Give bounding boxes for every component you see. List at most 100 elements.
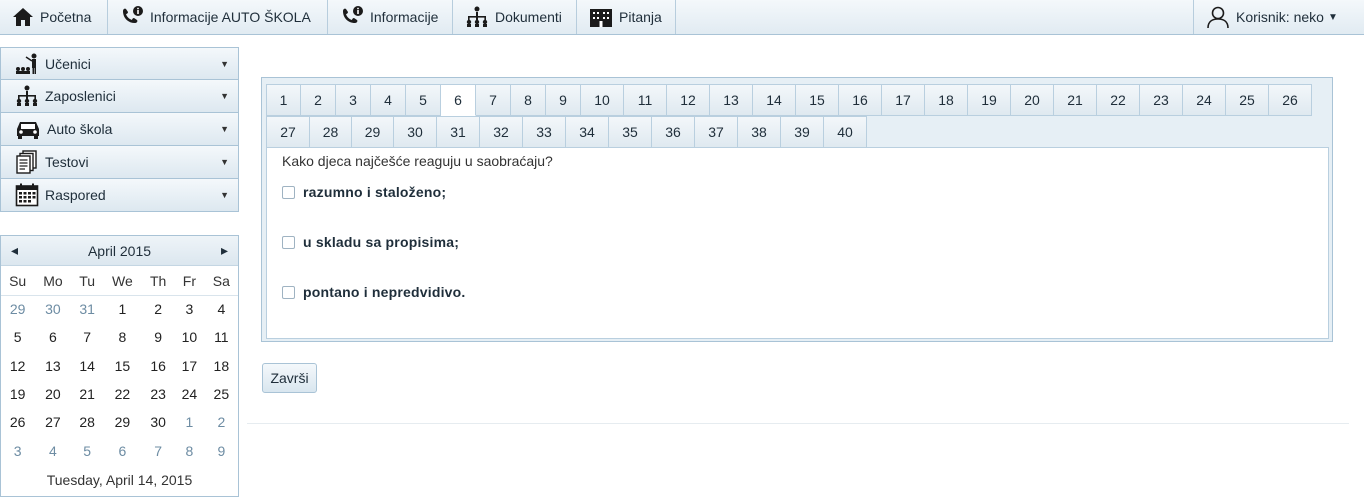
calendar-day[interactable]: 16 xyxy=(142,352,174,380)
calendar-day[interactable]: 28 xyxy=(72,408,103,436)
calendar-day[interactable]: 8 xyxy=(103,323,143,351)
calendar-day[interactable]: 3 xyxy=(174,295,205,323)
tab-question-40[interactable]: 40 xyxy=(824,116,867,148)
calendar-day[interactable]: 30 xyxy=(142,408,174,436)
calendar-day[interactable]: 4 xyxy=(34,436,71,464)
calendar-day[interactable]: 6 xyxy=(103,436,143,464)
tab-question-19[interactable]: 19 xyxy=(968,84,1011,116)
calendar-day[interactable]: 7 xyxy=(72,323,103,351)
calendar-day[interactable]: 7 xyxy=(142,436,174,464)
user-menu[interactable]: Korisnik: neko ▼ xyxy=(1193,0,1364,34)
tab-question-33[interactable]: 33 xyxy=(523,116,566,148)
calendar-day[interactable]: 14 xyxy=(72,352,103,380)
tab-question-37[interactable]: 37 xyxy=(695,116,738,148)
tab-question-29[interactable]: 29 xyxy=(352,116,394,148)
calendar-day[interactable]: 18 xyxy=(205,352,238,380)
tab-question-6[interactable]: 6 xyxy=(441,84,476,116)
tab-question-24[interactable]: 24 xyxy=(1183,84,1226,116)
calendar-day[interactable]: 22 xyxy=(103,380,143,408)
nav-questions[interactable]: Pitanja xyxy=(577,0,676,34)
sidebar-item-schedule[interactable]: Raspored ▼ xyxy=(0,179,239,212)
tab-question-11[interactable]: 11 xyxy=(624,84,667,116)
tab-question-30[interactable]: 30 xyxy=(394,116,437,148)
calendar-day[interactable]: 29 xyxy=(103,408,143,436)
calendar-day[interactable]: 2 xyxy=(205,408,238,436)
calendar-day[interactable]: 8 xyxy=(174,436,205,464)
calendar-day[interactable]: 9 xyxy=(205,436,238,464)
calendar-day[interactable]: 10 xyxy=(174,323,205,351)
nav-documents[interactable]: Dokumenti xyxy=(453,0,577,34)
tab-question-21[interactable]: 21 xyxy=(1054,84,1097,116)
tab-question-4[interactable]: 4 xyxy=(371,84,406,116)
calendar-day[interactable]: 17 xyxy=(174,352,205,380)
calendar-day[interactable]: 30 xyxy=(34,295,71,323)
tab-question-26[interactable]: 26 xyxy=(1269,84,1312,116)
calendar-day[interactable]: 27 xyxy=(34,408,71,436)
tab-question-38[interactable]: 38 xyxy=(738,116,781,148)
tab-question-5[interactable]: 5 xyxy=(406,84,441,116)
tab-question-35[interactable]: 35 xyxy=(609,116,652,148)
tab-question-2[interactable]: 2 xyxy=(301,84,336,116)
calendar-day[interactable]: 20 xyxy=(34,380,71,408)
calendar-day[interactable]: 11 xyxy=(205,323,238,351)
tab-question-39[interactable]: 39 xyxy=(781,116,824,148)
answer-checkbox[interactable] xyxy=(282,235,295,249)
tab-question-12[interactable]: 12 xyxy=(667,84,710,116)
calendar-day[interactable]: 4 xyxy=(205,295,238,323)
answer-option[interactable]: u skladu sa propisima; xyxy=(282,234,459,250)
calendar-day[interactable]: 12 xyxy=(1,352,34,380)
calendar-day[interactable]: 25 xyxy=(205,380,238,408)
calendar-day[interactable]: 5 xyxy=(72,436,103,464)
tab-question-1[interactable]: 1 xyxy=(266,84,301,116)
tab-question-9[interactable]: 9 xyxy=(546,84,581,116)
calendar-day[interactable]: 21 xyxy=(72,380,103,408)
sidebar-item-tests[interactable]: Testovi ▼ xyxy=(0,146,239,179)
tab-question-17[interactable]: 17 xyxy=(882,84,925,116)
tab-question-31[interactable]: 31 xyxy=(437,116,480,148)
tab-question-22[interactable]: 22 xyxy=(1097,84,1140,116)
nav-home[interactable]: Početna xyxy=(0,0,108,34)
calendar-day[interactable]: 19 xyxy=(1,380,34,408)
calendar-day[interactable]: 29 xyxy=(1,295,34,323)
answer-option[interactable]: razumno i staloženo; xyxy=(282,184,446,200)
tab-question-25[interactable]: 25 xyxy=(1226,84,1269,116)
sidebar-item-students[interactable]: Učenici ▼ xyxy=(0,47,239,80)
tab-question-14[interactable]: 14 xyxy=(753,84,796,116)
next-month-button[interactable]: ▸ xyxy=(221,242,228,259)
calendar-day[interactable]: 15 xyxy=(103,352,143,380)
tab-question-15[interactable]: 15 xyxy=(796,84,839,116)
tab-question-23[interactable]: 23 xyxy=(1140,84,1183,116)
tab-question-8[interactable]: 8 xyxy=(511,84,546,116)
tab-question-34[interactable]: 34 xyxy=(566,116,609,148)
tab-question-20[interactable]: 20 xyxy=(1011,84,1054,116)
calendar-day[interactable]: 24 xyxy=(174,380,205,408)
calendar-day[interactable]: 26 xyxy=(1,408,34,436)
calendar-day[interactable]: 6 xyxy=(34,323,71,351)
sidebar-item-driving-school[interactable]: Auto škola ▼ xyxy=(0,113,239,146)
tab-question-27[interactable]: 27 xyxy=(266,116,310,148)
tab-question-36[interactable]: 36 xyxy=(652,116,695,148)
tab-question-28[interactable]: 28 xyxy=(310,116,352,148)
tab-question-16[interactable]: 16 xyxy=(839,84,882,116)
tab-question-3[interactable]: 3 xyxy=(336,84,371,116)
calendar-day[interactable]: 31 xyxy=(72,295,103,323)
calendar-day[interactable]: 2 xyxy=(142,295,174,323)
tab-question-7[interactable]: 7 xyxy=(476,84,511,116)
answer-option[interactable]: pontano i nepredvidivo. xyxy=(282,284,466,300)
tab-question-13[interactable]: 13 xyxy=(710,84,753,116)
calendar-day[interactable]: 9 xyxy=(142,323,174,351)
answer-checkbox[interactable] xyxy=(282,285,295,299)
nav-info-school[interactable]: Informacije AUTO ŠKOLA xyxy=(108,0,328,34)
calendar-day[interactable]: 1 xyxy=(103,295,143,323)
finish-button[interactable]: Završi xyxy=(262,363,317,393)
calendar-day[interactable]: 3 xyxy=(1,436,34,464)
calendar-day[interactable]: 1 xyxy=(174,408,205,436)
prev-month-button[interactable]: ◂ xyxy=(11,242,18,259)
calendar-day[interactable]: 13 xyxy=(34,352,71,380)
tab-question-32[interactable]: 32 xyxy=(480,116,523,148)
sidebar-item-employees[interactable]: Zaposlenici ▼ xyxy=(0,80,239,113)
tab-question-18[interactable]: 18 xyxy=(925,84,968,116)
nav-info[interactable]: Informacije xyxy=(328,0,453,34)
tab-question-10[interactable]: 10 xyxy=(581,84,624,116)
answer-checkbox[interactable] xyxy=(282,185,295,199)
